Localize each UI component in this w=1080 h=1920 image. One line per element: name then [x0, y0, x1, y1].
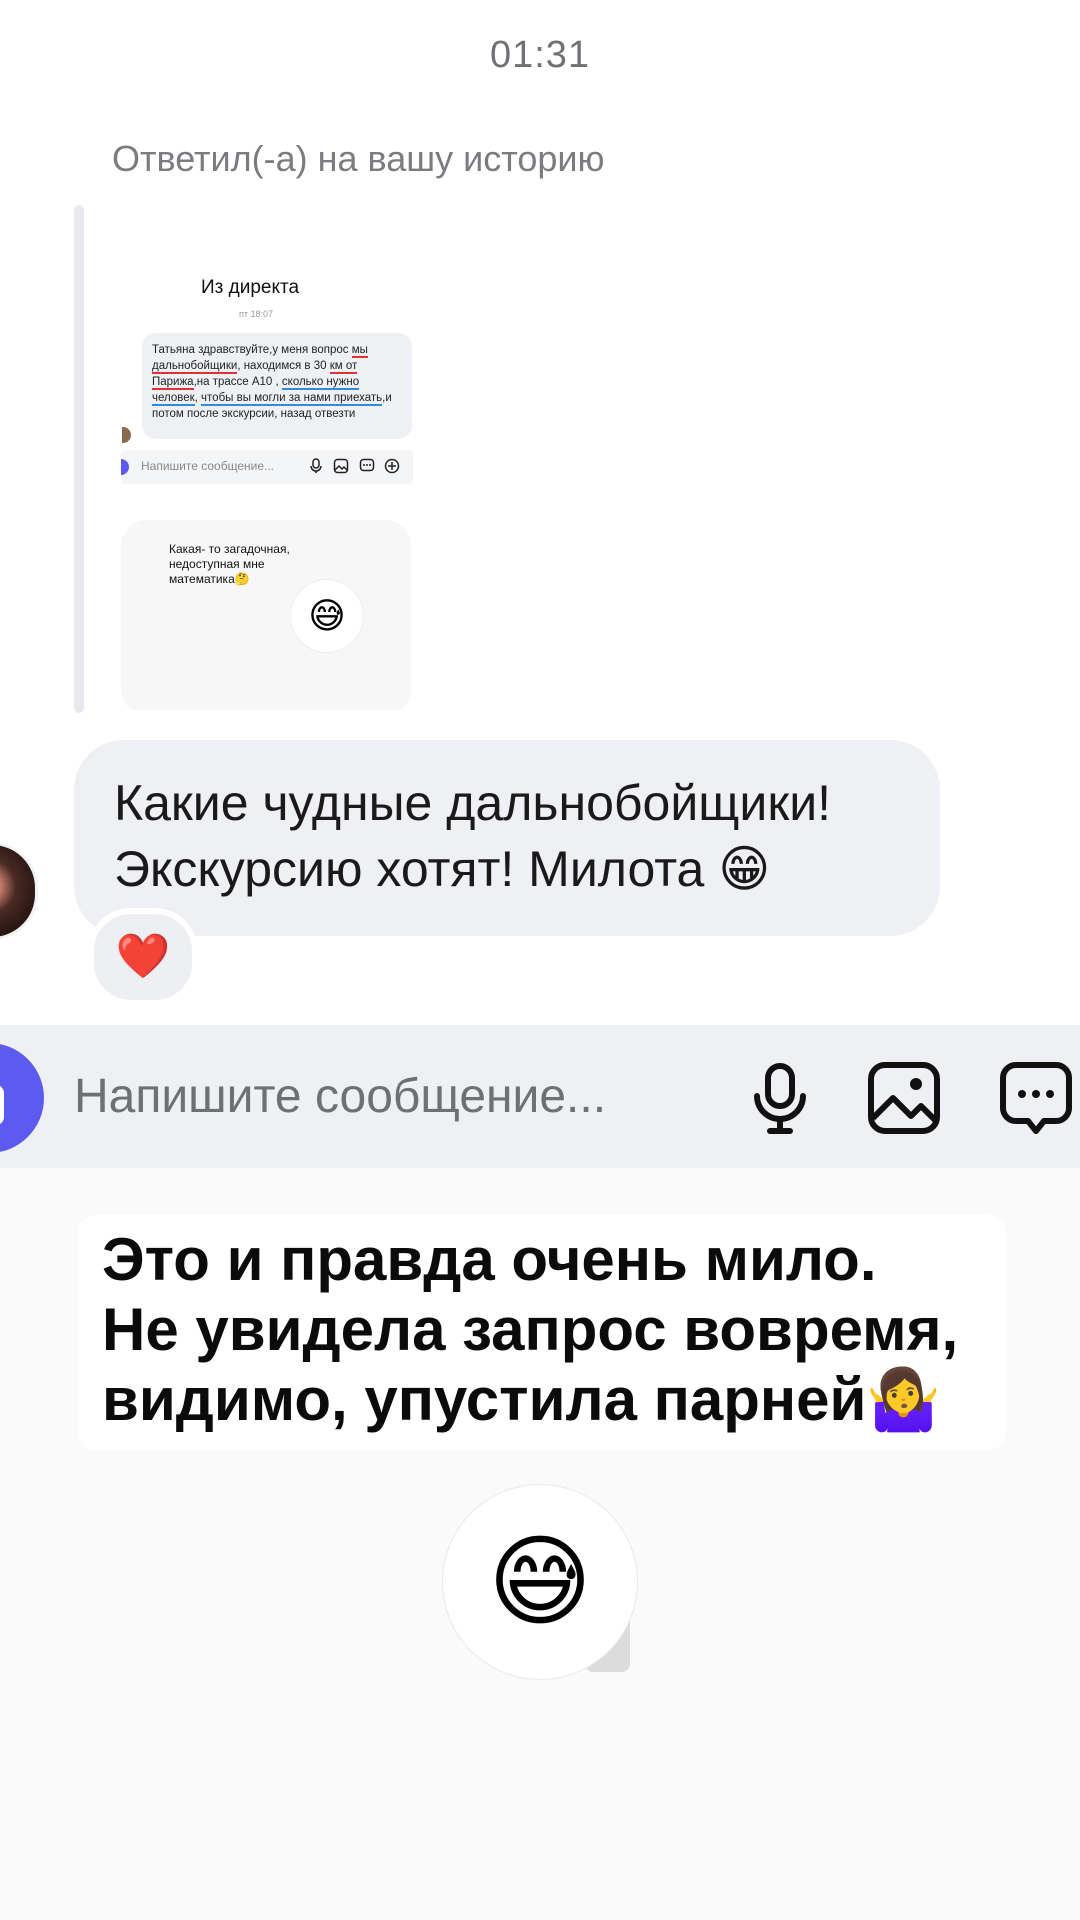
story-card: Какая- то загадочная, недоступная мне ма… [121, 520, 411, 710]
story-input-placeholder: Напишите сообщение... [141, 459, 275, 473]
story-image-icon [333, 458, 349, 474]
story-title: Из директа [201, 277, 300, 298]
story-avatar [122, 427, 131, 443]
mic-icon[interactable] [742, 1060, 818, 1136]
story-sticker-icon [359, 458, 375, 474]
emoji-sticker[interactable]: 😅 [443, 1485, 637, 1679]
overlay-line-3: видимо, упустила парней🤷‍♀️ [102, 1366, 942, 1433]
story-plus-icon [384, 458, 400, 474]
message-input[interactable]: Напишите сообщение... [74, 1069, 606, 1124]
message-input-bar: Напишите сообщение... [0, 1025, 1080, 1168]
overlay-line-1: Это и правда очень мило. [102, 1226, 877, 1293]
message-line-2: Экскурсию хотят! Милота 😁 [114, 841, 771, 897]
story-text-part: , находимся в 30 [237, 360, 330, 372]
camera-icon[interactable] [0, 1043, 44, 1153]
camera-icon-glyph [0, 1085, 4, 1125]
overlay-line-2: Не увидела запрос вовремя, [102, 1296, 959, 1363]
story-text-part: Татьяна здравствуйте,у меня вопрос [152, 344, 352, 356]
story-reply-caption: Ответил(-а) на вашу историю [112, 138, 605, 179]
story-preview[interactable]: Из директа пт 18:07 Татьяна здравствуйте… [116, 215, 416, 710]
image-icon[interactable] [866, 1060, 942, 1136]
overlay-caption: Это и правда очень мило. Не увидела запр… [102, 1225, 1002, 1435]
story-text-part: ,на трассе А10 , [193, 376, 282, 388]
message-bubble[interactable]: Какие чудные дальнобойщики! Экскурсию хо… [74, 740, 940, 936]
story-mic-icon [308, 458, 324, 474]
sender-avatar[interactable] [0, 842, 38, 940]
heart-reaction[interactable]: ❤️ [88, 908, 198, 1006]
story-input-bar: Напишите сообщение... [121, 450, 413, 484]
story-card-emoji: 😅 [291, 580, 363, 652]
story-date: пт 18:07 [239, 309, 274, 319]
story-text-highlight: чтобы вы могли за нами приехать [201, 392, 383, 406]
story-camera-icon [121, 459, 129, 475]
message-line-1: Какие чудные дальнобойщики! [114, 775, 832, 831]
status-time: 01:31 [489, 34, 591, 76]
story-message-bubble: Татьяна здравствуйте,у меня вопрос мы да… [142, 333, 412, 439]
sticker-icon[interactable] [998, 1060, 1074, 1136]
story-card-text: Какая- то загадочная, недоступная мне ма… [169, 542, 290, 586]
message-text: Какие чудные дальнобойщики! Экскурсию хо… [114, 770, 831, 902]
reply-quote-bar [74, 205, 84, 713]
